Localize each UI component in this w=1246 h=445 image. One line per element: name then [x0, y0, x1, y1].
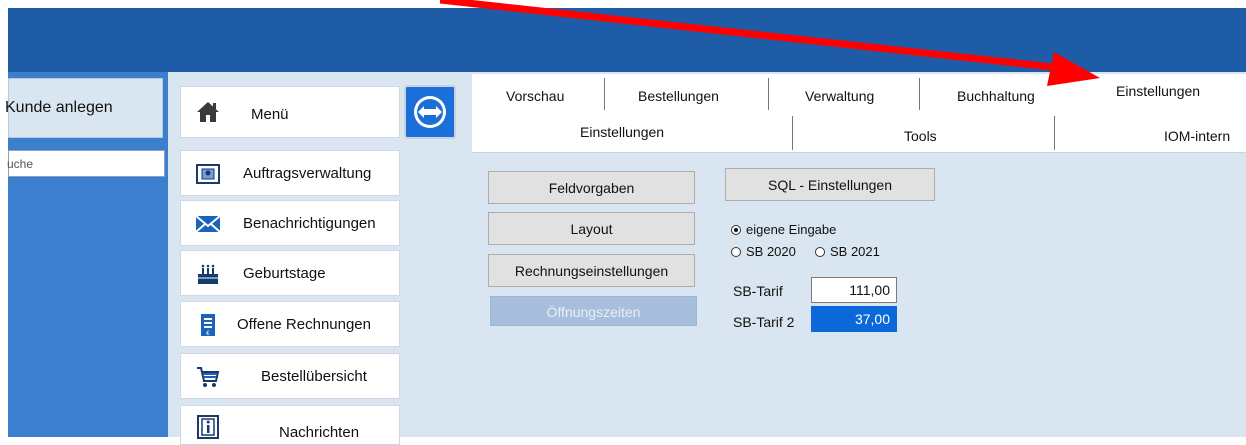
birthday-cake-icon	[198, 264, 218, 284]
radio-unselected-icon	[731, 246, 741, 257]
subtab-iom-intern[interactable]: IOM-intern	[1164, 128, 1230, 144]
tab-verwaltung[interactable]: Verwaltung	[805, 88, 874, 104]
sql-einstellungen-button[interactable]: SQL - Einstellungen	[725, 168, 935, 201]
radio-unselected-icon	[815, 246, 825, 257]
menu-button-benachrichtigungen[interactable]: Benachrichtigungen	[180, 200, 400, 246]
subtab-tools[interactable]: Tools	[904, 128, 937, 144]
menu-button-nachrichten[interactable]: Nachrichten	[180, 405, 400, 445]
folder-person-icon	[196, 164, 220, 184]
search-input[interactable]: uche	[7, 150, 165, 177]
svg-text:€: €	[206, 330, 210, 337]
search-placeholder: uche	[7, 157, 34, 171]
teamviewer-button[interactable]	[404, 85, 456, 139]
shopping-cart-icon	[197, 367, 220, 387]
sb-tarif-input[interactable]: 111,00	[811, 277, 897, 303]
teamviewer-icon	[414, 96, 446, 128]
layout-button[interactable]: Layout	[488, 212, 695, 245]
kunde-anlegen-button[interactable]: Kunde anlegen	[5, 78, 163, 138]
tab-einstellungen[interactable]: Einstellungen	[1116, 83, 1200, 99]
info-icon	[197, 415, 219, 439]
tab-vorschau[interactable]: Vorschau	[506, 88, 564, 104]
invoice-icon: €	[201, 314, 215, 337]
radio-label-sb2021: SB 2021	[830, 244, 880, 259]
oeffnungszeiten-button[interactable]: Öffnungszeiten	[490, 296, 697, 326]
tab-bestellungen[interactable]: Bestellungen	[638, 88, 719, 104]
kunde-anlegen-label: Kunde anlegen	[5, 99, 113, 116]
menu-button-auftragsverwaltung[interactable]: Auftragsverwaltung	[180, 150, 400, 196]
menu-button-geburtstage[interactable]: Geburtstage	[180, 250, 400, 296]
menu-label-home: Menü	[251, 106, 289, 123]
menu-label-auftragsverwaltung: Auftragsverwaltung	[243, 165, 372, 182]
radio-sb2021[interactable]: SB 2021	[815, 244, 880, 259]
tab-separator	[792, 116, 793, 150]
feldvorgaben-button[interactable]: Feldvorgaben	[488, 171, 695, 204]
rechnungseinstellungen-button[interactable]: Rechnungseinstellungen	[488, 254, 695, 287]
menu-button-offene-rechnungen[interactable]: € Offene Rechnungen	[180, 301, 400, 347]
radio-sb2020[interactable]: SB 2020	[731, 244, 796, 259]
radio-eigene-eingabe[interactable]: eigene Eingabe	[731, 222, 836, 237]
subtab-einstellungen[interactable]: Einstellungen	[580, 124, 664, 140]
radio-label-eigene: eigene Eingabe	[746, 222, 837, 237]
house-icon	[197, 102, 219, 122]
menu-label-benachrichtigungen: Benachrichtigungen	[243, 215, 376, 232]
menu-label-geburtstage: Geburtstage	[243, 265, 326, 282]
sb-tarif-label: SB-Tarif	[733, 283, 783, 299]
sub-tab-bar: Einstellungen Tools IOM-intern	[472, 110, 1246, 153]
menu-label-offene-rechnungen: Offene Rechnungen	[237, 316, 371, 333]
menu-button-bestelluebersicht[interactable]: Bestellübersicht	[180, 353, 400, 399]
menu-label-nachrichten: Nachrichten	[279, 424, 360, 441]
menu-button-home[interactable]: Menü	[180, 86, 400, 138]
annotation-arrow-icon	[440, 0, 1100, 86]
radio-label-sb2020: SB 2020	[746, 244, 796, 259]
sb-tarif-2-label: SB-Tarif 2	[733, 314, 795, 330]
tab-buchhaltung[interactable]: Buchhaltung	[957, 88, 1035, 104]
tab-separator	[1054, 116, 1055, 150]
sb-tarif-2-input[interactable]: 37,00	[811, 306, 897, 332]
envelope-icon	[195, 215, 221, 233]
menu-label-bestelluebersicht: Bestellübersicht	[261, 368, 367, 385]
radio-selected-icon	[731, 224, 741, 235]
